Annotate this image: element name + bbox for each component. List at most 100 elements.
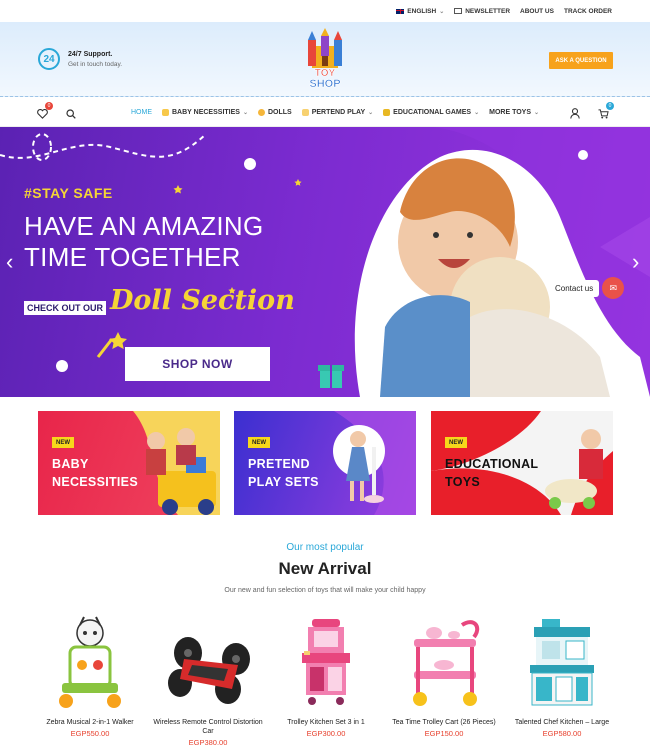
cart-icon: [598, 109, 609, 119]
banner-line-1: EDUCATIONAL: [445, 457, 539, 471]
banner-title: BABY NECESSITIES: [52, 455, 138, 491]
hero-doll-section: Doll Section: [110, 285, 295, 316]
product-price: EGP150.00: [424, 729, 464, 738]
doll-icon: [257, 109, 265, 116]
heart-icon: [37, 108, 48, 119]
support-24-icon: 24: [38, 48, 60, 70]
banner-new-badge: NEW: [52, 437, 74, 448]
uk-flag-icon: [396, 8, 405, 14]
support-subtitle: Get in touch today.: [68, 60, 123, 68]
support-block: 24 24/7 Support. Get in touch today.: [38, 48, 122, 70]
wishlist-count-badge: 0: [45, 102, 53, 110]
track-order-link[interactable]: TRACK ORDER: [564, 8, 612, 15]
banner-line-1: BABY: [52, 457, 89, 471]
section-subtitle: Our new and fun selection of toys that w…: [224, 587, 426, 594]
nav-home-label: HOME: [131, 109, 152, 116]
product-name[interactable]: Talented Chef Kitchen – Large: [503, 718, 621, 727]
product-card[interactable]: Trolley Kitchen Set 3 in 1 EGP300.00: [267, 607, 385, 750]
product-image-chef-kitchen: [530, 619, 594, 706]
product-image-tea-trolley: [413, 620, 480, 706]
product-image-zebra-walker: [59, 616, 121, 708]
product-name[interactable]: Tea Time Trolley Cart (26 Pieces): [385, 718, 503, 727]
banner-line-2: PLAY SETS: [248, 475, 319, 489]
section-kicker: Our most popular: [286, 542, 364, 553]
hero-slider: #STAY SAFE HAVE AN AMAZING TIME TOGETHER…: [0, 127, 650, 397]
bottle-icon: [162, 109, 169, 116]
banner-educational-toys[interactable]: NEW EDUCATIONAL TOYS: [431, 411, 613, 515]
hero-tag: #STAY SAFE: [24, 185, 113, 201]
product-price: EGP300.00: [306, 729, 346, 738]
banner-line-1: PRETEND: [248, 457, 310, 471]
chevron-down-icon: ⌄: [242, 110, 248, 116]
search-button[interactable]: [66, 106, 76, 124]
account-button[interactable]: [570, 106, 580, 124]
logo-bottom-text: SHOP: [309, 78, 340, 90]
product-name[interactable]: Wireless Remote Control Distortion Car: [149, 718, 267, 736]
banner-title: EDUCATIONAL TOYS: [445, 455, 538, 491]
newsletter-link[interactable]: NEWSLETTER: [454, 8, 510, 15]
nav-item-educational-games[interactable]: EDUCATIONAL GAMES ⌄: [383, 109, 479, 116]
banner-baby-necessities[interactable]: NEW BABY NECESSITIES: [38, 411, 220, 515]
product-name[interactable]: Trolley Kitchen Set 3 in 1: [267, 718, 385, 727]
product-price: EGP380.00: [188, 738, 228, 747]
nav-educational-label: EDUCATIONAL GAMES: [393, 109, 472, 116]
page: ENGLISH ⌄ NEWSLETTER ABOUT US TRACK ORDE…: [0, 0, 650, 750]
product-price: EGP550.00: [70, 729, 110, 738]
wishlist-button[interactable]: 0: [37, 102, 53, 124]
blocks-icon: [383, 109, 391, 116]
product-card[interactable]: Tea Time Trolley Cart (26 Pieces) EGP150…: [385, 607, 503, 750]
nav-item-home[interactable]: HOME: [131, 109, 152, 116]
slider-prev-arrow-icon[interactable]: ‹: [6, 249, 13, 275]
nav-item-baby-necessities[interactable]: BABY NECESSITIES ⌄: [162, 109, 248, 116]
product-name[interactable]: Zebra Musical 2-in-1 Walker: [31, 718, 149, 727]
top-bar: ENGLISH ⌄ NEWSLETTER ABOUT US TRACK ORDE…: [0, 0, 650, 22]
chevron-down-icon: ⌄: [368, 110, 374, 116]
banner-title: PRETEND PLAY SETS: [248, 455, 319, 491]
play-icon: [301, 109, 309, 116]
language-label: ENGLISH: [407, 7, 437, 15]
banner-new-badge: NEW: [248, 437, 270, 448]
slider-next-arrow-icon[interactable]: ›: [632, 249, 639, 275]
hero-headline-line-2: TIME TOGETHER: [24, 242, 241, 272]
ask-question-button[interactable]: ASK A QUESTION: [549, 52, 613, 69]
toy-shop-logo[interactable]: TOY SHOP: [300, 28, 350, 92]
support-title: 24/7 Support.: [68, 50, 113, 58]
header: 24 24/7 Support. Get in touch today. TOY…: [0, 22, 650, 97]
hero-headline: HAVE AN AMAZING TIME TOGETHER: [24, 211, 324, 273]
chevron-down-icon: ⌄: [534, 110, 540, 116]
product-image-rc-car: [168, 637, 250, 704]
contact-us-widget[interactable]: Contact us ✉: [549, 277, 625, 299]
banner-pretend-play[interactable]: NEW PRETEND PLAY SETS: [234, 411, 416, 515]
user-icon: [570, 108, 580, 119]
chat-icon[interactable]: ✉: [602, 277, 625, 299]
chevron-down-icon: ⌄: [439, 8, 445, 15]
language-selector[interactable]: ENGLISH ⌄: [396, 8, 444, 15]
product-card[interactable]: Wireless Remote Control Distortion Car E…: [149, 607, 267, 750]
product-image-trolley-kitchen: [302, 619, 350, 705]
hero-checkout-label: CHECK OUT OUR: [24, 301, 106, 315]
nav-dolls-label: DOLLS: [267, 109, 292, 116]
hero-headline-line-1: HAVE AN AMAZING: [24, 211, 264, 241]
nav-pretend-label: PERTEND PLAY: [311, 109, 366, 116]
section-title: New Arrival: [278, 559, 372, 578]
banner-line-2: NECESSITIES: [52, 475, 138, 489]
main-nav: 0 HOME BABY NECESSITIES ⌄ DOLLS PERTEND P…: [0, 98, 650, 127]
contact-us-label: Contact us: [549, 279, 600, 297]
nav-baby-label: BABY NECESSITIES: [172, 109, 240, 116]
banner-new-badge: NEW: [445, 437, 467, 448]
cart-button[interactable]: 0: [598, 102, 614, 124]
chevron-down-icon: ⌄: [474, 110, 480, 116]
nav-more-label: MORE TOYS: [489, 109, 532, 116]
newsletter-label: NEWSLETTER: [465, 7, 511, 15]
product-price: EGP580.00: [542, 729, 582, 738]
about-us-link[interactable]: ABOUT US: [520, 8, 554, 15]
nav-item-dolls[interactable]: DOLLS: [257, 109, 292, 116]
product-card[interactable]: Zebra Musical 2-in-1 Walker EGP550.00: [31, 607, 149, 750]
cart-count-badge: 0: [606, 102, 614, 110]
nav-item-pretend-play[interactable]: PERTEND PLAY ⌄: [301, 109, 374, 116]
shop-now-button[interactable]: SHOP NOW: [125, 347, 270, 381]
search-icon: [66, 109, 76, 119]
product-card[interactable]: Talented Chef Kitchen – Large EGP580.00: [503, 607, 621, 750]
envelope-icon: [454, 8, 463, 14]
nav-item-more-toys[interactable]: MORE TOYS ⌄: [489, 109, 539, 116]
